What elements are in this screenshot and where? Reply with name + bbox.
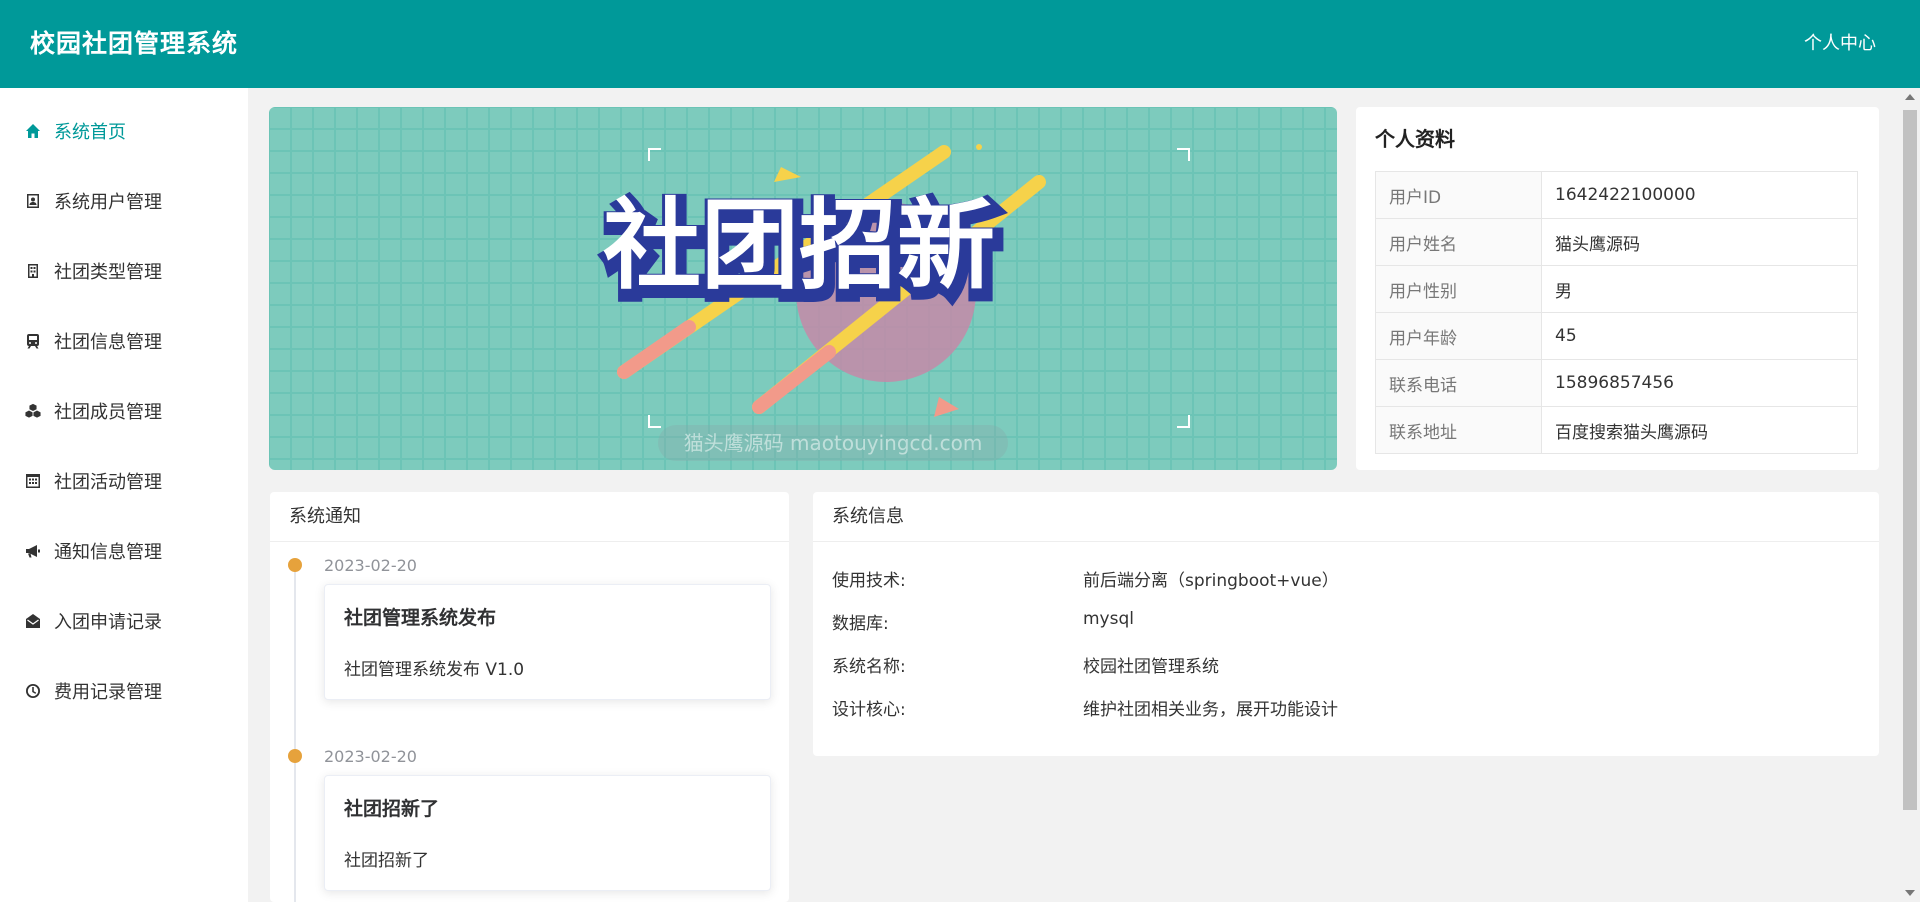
- profile-title: 个人资料: [1375, 127, 1455, 151]
- sidebar-item-label: 社团信息管理: [54, 332, 162, 353]
- notice-item-title: 社团招新了: [344, 798, 440, 820]
- cubes-icon: [24, 402, 42, 420]
- notice-card[interactable]: 社团管理系统发布 社团管理系统发布 V1.0: [324, 584, 771, 700]
- profile-table: 用户ID 1642422100000 用户姓名 猫头鹰源码 用户性别男 用户年龄 45…: [1375, 171, 1858, 454]
- profile-key: 联系电话: [1375, 359, 1542, 407]
- sysinfo-list: 使用技术: 前后端分离（springboot+vue） 数据库: mysql 系统名…: [832, 566, 1832, 738]
- sysinfo-row: 设计核心: 维护社团相关业务，展开功能设计: [832, 695, 1832, 738]
- sidebar-item-label: 社团成员管理: [54, 402, 162, 423]
- profile-key: 用户年龄: [1375, 312, 1542, 360]
- profile-card: 个人资料 用户ID 1642422100000 用户姓名 猫头鹰源码 用户性别男 用…: [1356, 107, 1879, 470]
- profile-key: 用户姓名: [1375, 218, 1542, 266]
- banner-graphic: 社团招新 社团招新 猫头鹰源码 maotouyingcd.com: [269, 107, 1337, 470]
- profile-value: 百度搜索猫头鹰源码: [1541, 406, 1858, 454]
- calendar-icon: [24, 472, 42, 490]
- main-content: 社团招新 社团招新 猫头鹰源码 maotouyingcd.com 个人资料 用户…: [248, 88, 1900, 902]
- sidebar-item-club-info[interactable]: 社团信息管理: [0, 306, 248, 376]
- profile-value: 男: [1541, 265, 1858, 313]
- scroll-up-icon[interactable]: [1905, 94, 1915, 100]
- sidebar-item-label: 系统首页: [54, 122, 126, 143]
- table-row: 用户性别男: [1375, 265, 1858, 313]
- sidebar-item-label: 社团活动管理: [54, 472, 162, 493]
- sidebar-item-activities[interactable]: 社团活动管理: [0, 446, 248, 516]
- sidebar-item-notices[interactable]: 通知信息管理: [0, 516, 248, 586]
- table-row: 联系电话 15896857456: [1375, 359, 1858, 407]
- sysinfo-value: 前后端分离（springboot+vue）: [1083, 571, 1339, 591]
- sidebar-item-label: 费用记录管理: [54, 682, 162, 703]
- user-center-link[interactable]: 个人中心: [1804, 0, 1876, 88]
- bullhorn-icon: [24, 542, 42, 560]
- timeline-date: 2023-02-20: [324, 556, 417, 575]
- profile-value: 猫头鹰源码: [1541, 218, 1858, 266]
- timeline-date: 2023-02-20: [324, 747, 417, 766]
- sidebar: 系统首页 系统用户管理 社团类型管理 社团信息管理 社团成员管理 社团活动管理 …: [0, 88, 248, 902]
- user-card-icon: [24, 192, 42, 210]
- sysinfo-key: 数据库:: [832, 614, 889, 634]
- sysinfo-row: 系统名称: 校园社团管理系统: [832, 652, 1832, 695]
- table-row: 用户姓名 猫头鹰源码: [1375, 218, 1858, 266]
- sidebar-item-club-types[interactable]: 社团类型管理: [0, 236, 248, 306]
- sidebar-item-members[interactable]: 社团成员管理: [0, 376, 248, 446]
- timeline-dot: [288, 749, 302, 763]
- scrollbar-thumb[interactable]: [1903, 110, 1917, 810]
- notice-card[interactable]: 社团招新了 社团招新了: [324, 775, 771, 891]
- sysinfo-key: 使用技术:: [832, 571, 906, 591]
- timeline-dot: [288, 558, 302, 572]
- clock-icon: [24, 682, 42, 700]
- sysinfo-row: 使用技术: 前后端分离（springboot+vue）: [832, 566, 1832, 609]
- scroll-down-icon[interactable]: [1905, 890, 1915, 896]
- system-notice-card: 系统通知 2023-02-20 社团管理系统发布 社团管理系统发布 V1.0 2…: [270, 492, 789, 902]
- sysinfo-value: 维护社团相关业务，展开功能设计: [1083, 700, 1338, 720]
- sysinfo-row: 数据库: mysql: [832, 609, 1832, 652]
- table-row: 联系地址 百度搜索猫头鹰源码: [1375, 406, 1858, 454]
- profile-key: 用户性别: [1375, 265, 1542, 313]
- sysinfo-value: mysql: [1083, 609, 1134, 629]
- sidebar-item-fees[interactable]: 费用记录管理: [0, 656, 248, 726]
- notice-item-content: 社团管理系统发布 V1.0: [344, 660, 525, 680]
- profile-key: 联系地址: [1375, 406, 1542, 454]
- timeline-line: [294, 564, 296, 902]
- building-icon: [24, 262, 42, 280]
- sysinfo-value: 校园社团管理系统: [1083, 657, 1219, 677]
- sidebar-item-home[interactable]: 系统首页: [0, 96, 248, 166]
- banner-watermark: 猫头鹰源码 maotouyingcd.com: [684, 431, 983, 455]
- page-scrollbar[interactable]: [1900, 88, 1920, 902]
- system-info-card: 系统信息 使用技术: 前后端分离（springboot+vue） 数据库: mysq…: [813, 492, 1879, 756]
- envelope-open-icon: [24, 612, 42, 630]
- profile-value: 45: [1541, 312, 1858, 360]
- sidebar-item-applications[interactable]: 入团申请记录: [0, 586, 248, 656]
- sidebar-item-label: 系统用户管理: [54, 192, 162, 213]
- app-title: 校园社团管理系统: [30, 29, 239, 58]
- profile-value: 1642422100000: [1541, 171, 1858, 219]
- banner-title: 社团招新: [603, 189, 995, 303]
- notice-title: 系统通知: [270, 492, 789, 542]
- notice-item-content: 社团招新了: [344, 851, 429, 871]
- home-icon: [24, 122, 42, 140]
- sidebar-item-users[interactable]: 系统用户管理: [0, 166, 248, 236]
- table-row: 用户ID 1642422100000: [1375, 171, 1858, 219]
- sidebar-item-label: 社团类型管理: [54, 262, 162, 283]
- sidebar-item-label: 入团申请记录: [54, 612, 162, 633]
- top-header: 校园社团管理系统 个人中心: [0, 0, 1920, 88]
- table-row: 用户年龄 45: [1375, 312, 1858, 360]
- sidebar-item-label: 通知信息管理: [54, 542, 162, 563]
- profile-value: 15896857456: [1541, 359, 1858, 407]
- recruitment-banner: 社团招新 社团招新 猫头鹰源码 maotouyingcd.com: [269, 107, 1337, 470]
- notice-item-title: 社团管理系统发布: [344, 607, 497, 629]
- sysinfo-key: 系统名称:: [832, 657, 906, 677]
- sysinfo-key: 设计核心:: [832, 700, 906, 720]
- train-icon: [24, 332, 42, 350]
- profile-key: 用户ID: [1375, 171, 1542, 219]
- sysinfo-title: 系统信息: [813, 492, 1879, 542]
